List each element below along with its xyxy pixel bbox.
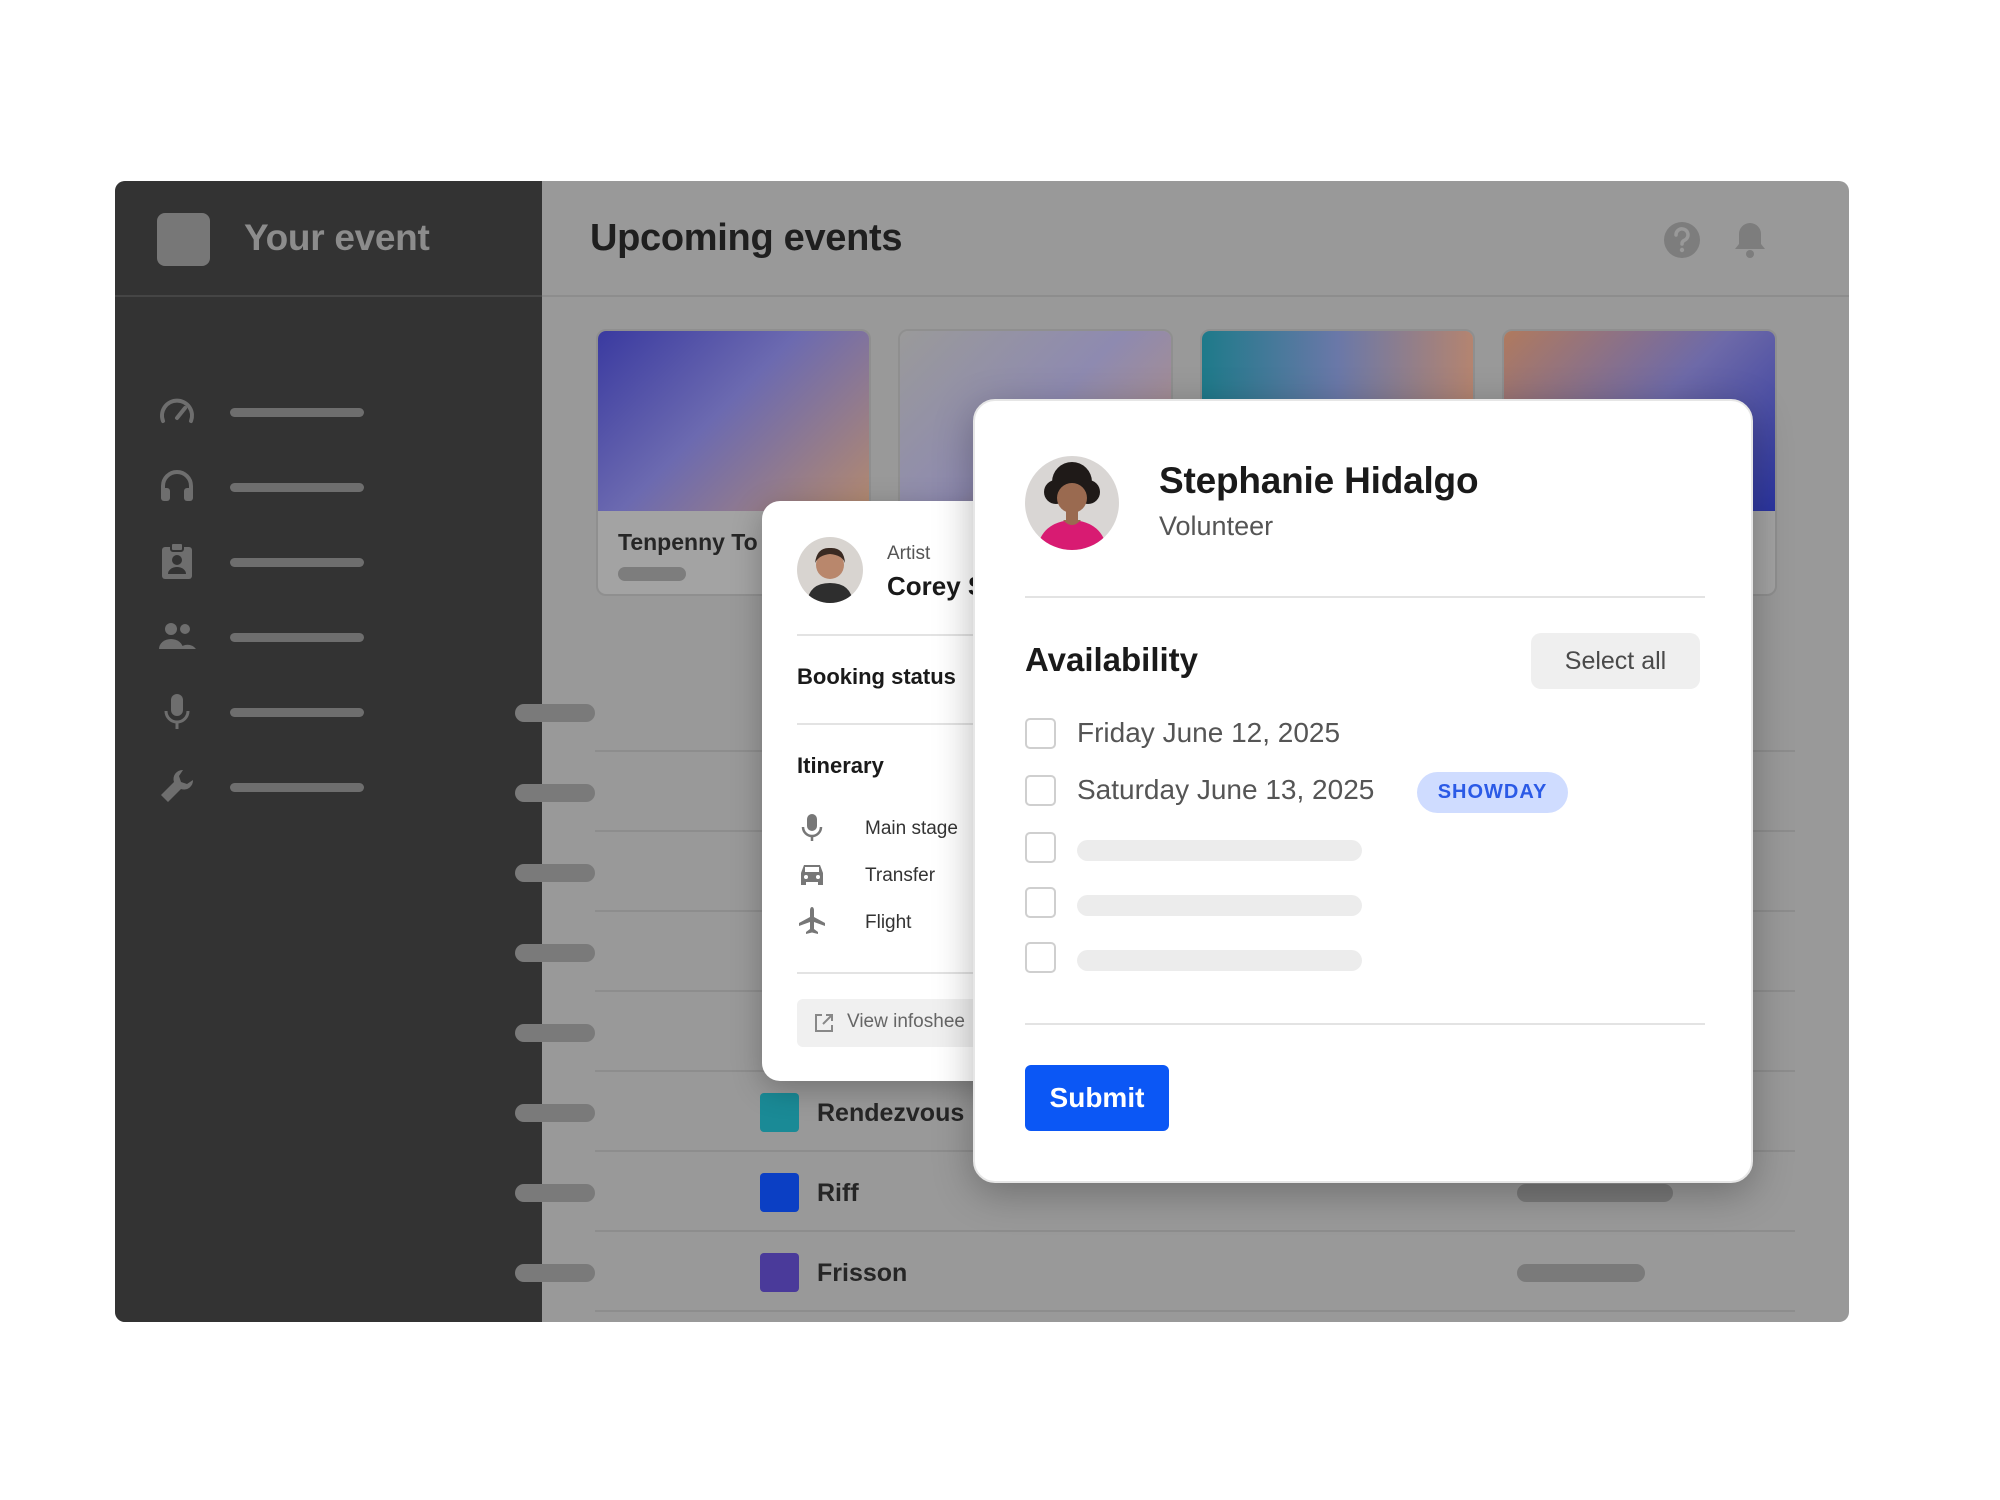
itinerary-item-label: Flight bbox=[865, 912, 912, 933]
sidebar: Your event bbox=[115, 181, 542, 1322]
row-date-placeholder bbox=[515, 1104, 595, 1122]
bell-icon[interactable] bbox=[1731, 219, 1769, 259]
row-date-placeholder bbox=[515, 944, 595, 962]
sidebar-item-dashboard[interactable] bbox=[157, 391, 457, 435]
availability-checkbox[interactable] bbox=[1025, 718, 1056, 749]
row-date-placeholder bbox=[515, 704, 595, 722]
artist-role: Artist bbox=[887, 543, 931, 564]
headset-icon bbox=[161, 470, 193, 501]
row-color-swatch bbox=[760, 1173, 799, 1212]
submit-button[interactable]: Submit bbox=[1025, 1065, 1169, 1131]
volunteer-role: Volunteer bbox=[1159, 511, 1274, 541]
itinerary-item-label: Transfer bbox=[865, 865, 936, 886]
view-infosheet-label: View infoshee bbox=[847, 1011, 965, 1032]
row-value-placeholder bbox=[1517, 1264, 1645, 1282]
volunteer-name: Stephanie Hidalgo bbox=[1159, 460, 1479, 501]
help-circle-icon[interactable] bbox=[1663, 221, 1701, 259]
row-date-placeholder bbox=[515, 1184, 595, 1202]
availability-date-placeholder bbox=[1077, 840, 1362, 861]
itinerary-item-label: Main stage bbox=[865, 818, 958, 839]
external-link-icon bbox=[815, 1014, 833, 1032]
row-color-swatch bbox=[760, 1253, 799, 1292]
availability-date-placeholder bbox=[1077, 950, 1362, 971]
volunteer-avatar bbox=[1025, 456, 1119, 550]
microphone-icon bbox=[801, 814, 823, 841]
sidebar-item-label bbox=[230, 633, 364, 642]
table-row[interactable]: Frisson bbox=[515, 1232, 1795, 1312]
availability-checkbox[interactable] bbox=[1025, 832, 1056, 863]
car-icon bbox=[801, 865, 823, 885]
sidebar-item-label bbox=[230, 783, 364, 792]
availability-checkbox[interactable] bbox=[1025, 775, 1056, 806]
group-icon bbox=[159, 623, 196, 649]
clipboard-badge-icon bbox=[162, 542, 192, 579]
availability-date-placeholder bbox=[1077, 895, 1362, 916]
sidebar-item-label bbox=[230, 483, 364, 492]
availability-checkbox[interactable] bbox=[1025, 942, 1056, 973]
sidebar-header: Your event bbox=[115, 181, 542, 297]
artist-avatar bbox=[797, 537, 863, 603]
select-all-button[interactable]: Select all bbox=[1531, 633, 1700, 689]
divider bbox=[1025, 1023, 1705, 1025]
volunteer-availability-dialog: Stephanie Hidalgo Volunteer Availability… bbox=[973, 399, 1753, 1183]
availability-checkbox[interactable] bbox=[1025, 887, 1056, 918]
main-header: Upcoming events bbox=[542, 181, 1849, 297]
availability-option-placeholder[interactable] bbox=[1025, 884, 1705, 924]
sidebar-item-people[interactable] bbox=[157, 616, 457, 660]
row-date-placeholder bbox=[515, 1024, 595, 1042]
availability-option-saturday[interactable]: Saturday June 13, 2025 SHOWDAY bbox=[1025, 772, 1705, 813]
sidebar-item-label bbox=[230, 558, 364, 567]
availability-option-placeholder[interactable] bbox=[1025, 829, 1705, 869]
showday-badge: SHOWDAY bbox=[1417, 772, 1568, 813]
availability-option-friday[interactable]: Friday June 12, 2025 bbox=[1025, 715, 1705, 755]
artist-name: Corey S bbox=[887, 571, 986, 601]
event-card-subtitle bbox=[618, 567, 686, 581]
availability-title: Availability bbox=[1025, 641, 1199, 678]
sidebar-item-tools[interactable] bbox=[157, 766, 457, 810]
page-title: Upcoming events bbox=[590, 217, 903, 259]
wrench-icon bbox=[161, 769, 194, 802]
row-date-placeholder bbox=[515, 1264, 595, 1282]
availability-option-placeholder[interactable] bbox=[1025, 939, 1705, 979]
speedometer-icon bbox=[160, 398, 194, 423]
row-date-placeholder bbox=[515, 864, 595, 882]
availability-date-label: Saturday June 13, 2025 bbox=[1077, 774, 1375, 805]
row-color-swatch bbox=[760, 1093, 799, 1132]
sidebar-item-support[interactable] bbox=[157, 466, 457, 510]
availability-date-label: Friday June 12, 2025 bbox=[1077, 717, 1341, 748]
sidebar-item-label bbox=[230, 708, 364, 717]
row-value-placeholder bbox=[1517, 1184, 1673, 1202]
itinerary-label: Itinerary bbox=[797, 753, 884, 778]
event-logo[interactable] bbox=[157, 213, 210, 266]
row-event-name: Rendezvous bbox=[817, 1099, 965, 1127]
microphone-icon bbox=[164, 694, 190, 729]
event-card-title: Tenpenny To bbox=[618, 529, 758, 555]
row-event-name: Frisson bbox=[817, 1259, 908, 1287]
row-event-name: Riff bbox=[817, 1179, 859, 1207]
sidebar-item-assignments[interactable] bbox=[157, 541, 457, 585]
sidebar-item-artists[interactable] bbox=[157, 691, 457, 735]
event-card-image bbox=[598, 331, 869, 511]
booking-status-label: Booking status bbox=[797, 664, 956, 689]
airplane-icon bbox=[799, 907, 825, 934]
row-date-placeholder bbox=[515, 784, 595, 802]
divider bbox=[1025, 596, 1705, 598]
event-title: Your event bbox=[244, 217, 430, 258]
sidebar-item-label bbox=[230, 408, 364, 417]
